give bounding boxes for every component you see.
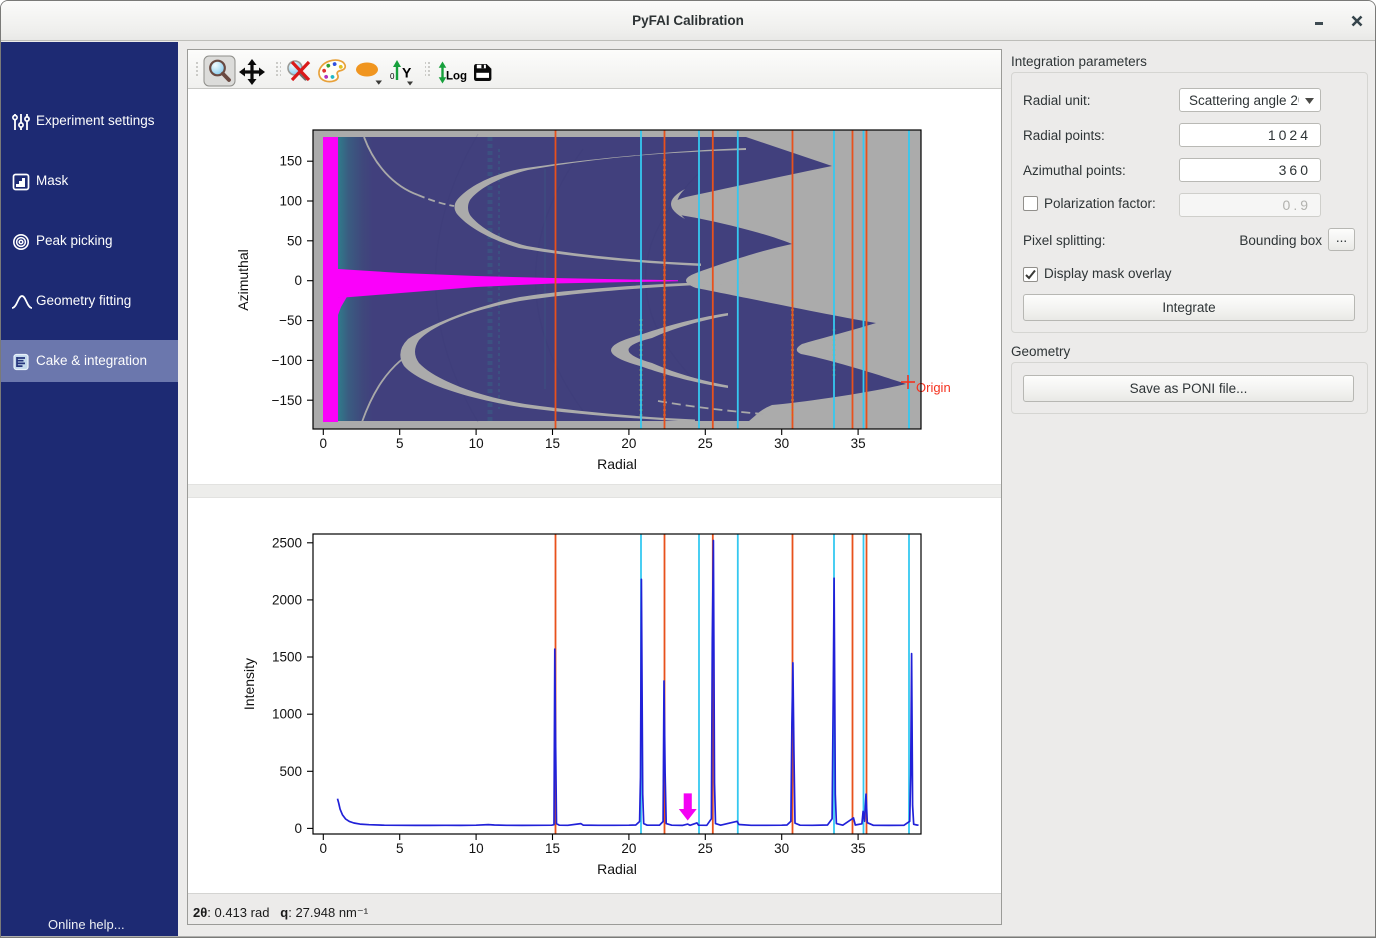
svg-text:Y: Y [402,65,412,81]
svg-text:30: 30 [774,841,789,856]
svg-text:2500: 2500 [272,535,302,550]
svg-text:35: 35 [851,841,866,856]
svg-text:5: 5 [396,841,404,856]
svg-text:50: 50 [287,233,302,248]
svg-text:−100: −100 [272,353,302,368]
svg-text:2000: 2000 [272,592,302,607]
svg-text:Radial: Radial [597,456,637,472]
svg-text:100: 100 [279,194,302,209]
svg-text:Intensity: Intensity [241,658,257,710]
svg-text:0: 0 [320,841,328,856]
svg-text:−150: −150 [272,393,302,408]
svg-text:150: 150 [279,154,302,169]
svg-text:20: 20 [621,436,636,451]
svg-text:−50: −50 [279,313,302,328]
svg-text:35: 35 [851,436,866,451]
svg-text:1500: 1500 [272,650,302,665]
svg-text:5: 5 [396,436,404,451]
svg-text:25: 25 [698,436,713,451]
svg-text:0: 0 [294,273,302,288]
svg-text:0: 0 [320,436,328,451]
svg-text:20: 20 [621,841,636,856]
svg-text:Azimuthal: Azimuthal [235,249,251,310]
svg-text:Radial: Radial [597,861,637,877]
svg-text:500: 500 [279,764,302,779]
svg-text:10: 10 [469,841,484,856]
svg-text:0: 0 [294,821,302,836]
svg-text:30: 30 [774,436,789,451]
svg-text:15: 15 [545,436,560,451]
svg-text:Log: Log [446,71,467,83]
svg-text:15: 15 [545,841,560,856]
svg-text:1000: 1000 [272,707,302,722]
svg-text:0: 0 [390,72,395,81]
svg-text:25: 25 [698,841,713,856]
svg-text:10: 10 [469,436,484,451]
